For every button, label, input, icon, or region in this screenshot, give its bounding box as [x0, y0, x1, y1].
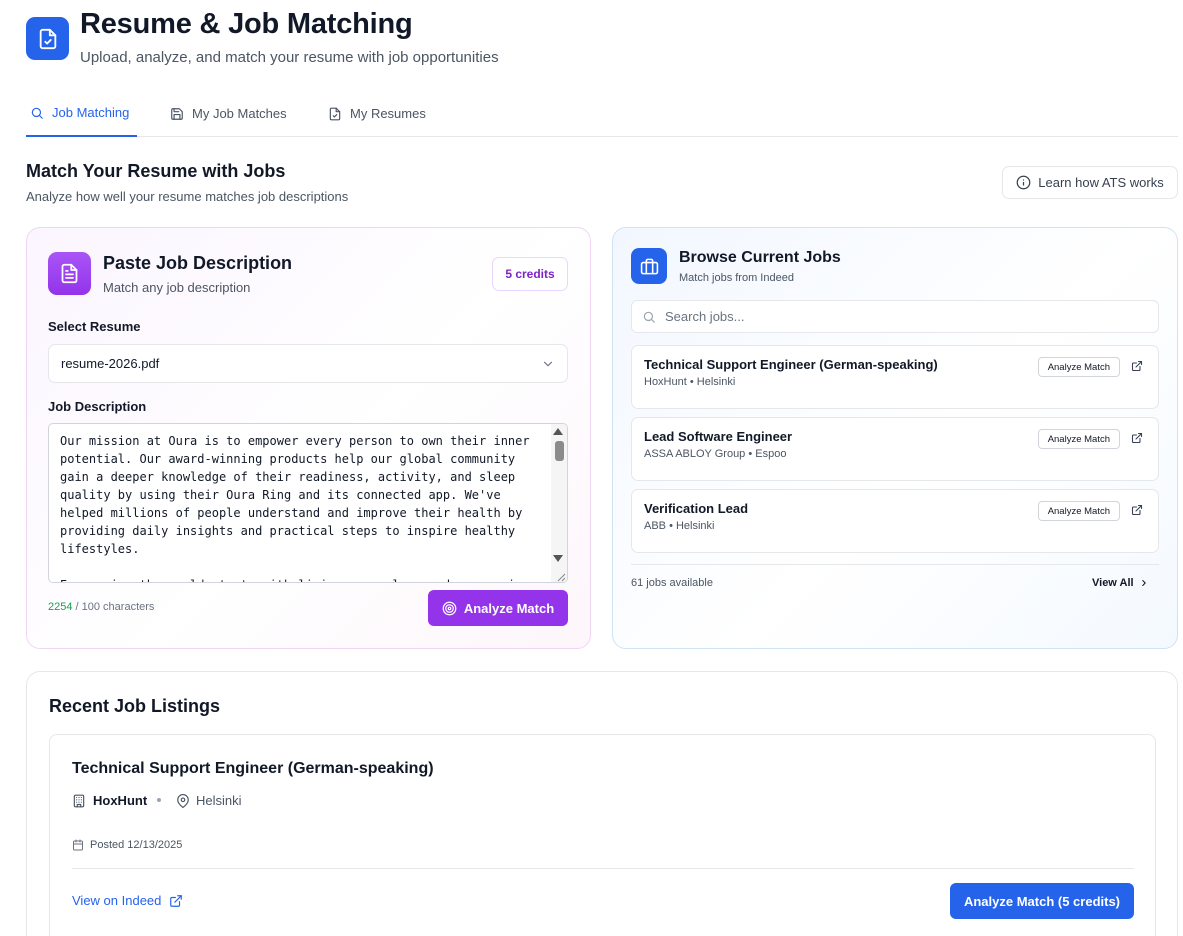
paste-card-subtitle: Match any job description: [103, 280, 251, 295]
save-icon: [170, 107, 184, 121]
job-list-item[interactable]: Technical Support Engineer (German-speak…: [631, 345, 1159, 409]
tab-my-job-matches[interactable]: My Job Matches: [170, 90, 287, 137]
file-check-icon: [26, 17, 69, 60]
resume-select-value: resume-2026.pdf: [61, 356, 160, 371]
analyze-match-button[interactable]: Analyze Match: [428, 590, 568, 626]
character-count-suffix: / 100 characters: [72, 601, 155, 613]
job-title: Technical Support Engineer (German-speak…: [644, 357, 938, 372]
job-title: Verification Lead: [644, 501, 749, 516]
file-check-icon: [328, 107, 342, 121]
job-list-item[interactable]: Verification Lead ABB • Helsinki Analyze…: [631, 489, 1159, 553]
briefcase-icon: [631, 248, 667, 284]
job-description-label: Job Description: [48, 399, 147, 414]
external-link-icon[interactable]: [1131, 504, 1143, 516]
job-search-input[interactable]: [665, 309, 1125, 324]
external-link-icon[interactable]: [1131, 432, 1143, 444]
search-icon: [30, 106, 44, 120]
job-analyze-match-button[interactable]: Analyze Match: [1037, 357, 1120, 377]
scroll-thumb[interactable]: [555, 441, 564, 461]
view-all-label: View All: [1092, 577, 1134, 589]
chevron-down-icon: [541, 357, 555, 371]
job-list-item[interactable]: Lead Software Engineer ASSA ABLOY Group …: [631, 417, 1159, 481]
resize-grip-icon[interactable]: [554, 569, 566, 582]
jobs-available-count: 61 jobs available: [631, 577, 713, 589]
target-icon: [442, 601, 457, 616]
external-link-icon: [169, 894, 183, 908]
paste-job-card: Paste Job Description Match any job desc…: [26, 227, 591, 649]
document-icon: [48, 252, 91, 295]
section-subtitle: Analyze how well your resume matches job…: [26, 189, 349, 204]
listing-title: Technical Support Engineer (German-speak…: [72, 760, 434, 777]
learn-ats-label: Learn how ATS works: [1038, 175, 1164, 190]
listing-posted-text: Posted 12/13/2025: [90, 839, 183, 851]
tab-label: My Resumes: [350, 106, 426, 121]
select-resume-label: Select Resume: [48, 319, 141, 334]
job-title: Lead Software Engineer: [644, 429, 793, 444]
page: Resume & Job Matching Upload, analyze, a…: [0, 0, 1183, 936]
textarea-scrollbar[interactable]: [551, 424, 567, 582]
recent-listings-card: Recent Job Listings Technical Support En…: [26, 671, 1178, 936]
map-pin-icon: [176, 793, 190, 808]
paste-card-title: Paste Job Description: [103, 253, 293, 273]
app-title: Resume & Job Matching: [80, 8, 413, 40]
search-icon: [642, 310, 656, 324]
job-meta: ABB • Helsinki: [644, 520, 715, 532]
view-on-indeed-link[interactable]: View on Indeed: [72, 893, 183, 908]
divider: [631, 564, 1159, 565]
tab-label: Job Matching: [52, 105, 130, 120]
tab-job-matching[interactable]: Job Matching: [26, 90, 137, 137]
chevron-right-icon: [1139, 578, 1149, 588]
scroll-down-arrow-icon[interactable]: [553, 555, 563, 562]
section-title: Match Your Resume with Jobs: [26, 161, 286, 181]
recent-listings-title: Recent Job Listings: [49, 696, 221, 716]
learn-ats-button[interactable]: Learn how ATS works: [1002, 166, 1178, 199]
scroll-up-arrow-icon[interactable]: [553, 428, 563, 435]
job-meta: HoxHunt • Helsinki: [644, 376, 736, 388]
tab-my-resumes[interactable]: My Resumes: [328, 90, 426, 137]
browse-jobs-card: Browse Current Jobs Match jobs from Inde…: [612, 227, 1178, 649]
view-on-indeed-label: View on Indeed: [72, 893, 162, 908]
listing-location: Helsinki: [176, 793, 242, 808]
analyze-match-credits-button[interactable]: Analyze Match (5 credits): [950, 883, 1134, 919]
credits-badge: 5 credits: [492, 257, 568, 291]
calendar-icon: [72, 839, 84, 851]
job-listing-card: Technical Support Engineer (German-speak…: [49, 734, 1156, 936]
character-count: 2254 / 100 characters: [48, 601, 154, 613]
listing-company: HoxHunt: [72, 793, 147, 808]
view-all-link[interactable]: View All: [1092, 577, 1149, 589]
character-count-value: 2254: [48, 601, 73, 613]
job-analyze-match-button[interactable]: Analyze Match: [1037, 501, 1120, 521]
app-subtitle: Upload, analyze, and match your resume w…: [80, 49, 499, 66]
listing-company-name: HoxHunt: [93, 793, 148, 808]
job-analyze-match-button[interactable]: Analyze Match: [1037, 429, 1120, 449]
job-description-textarea[interactable]: Our mission at Oura is to empower every …: [48, 423, 568, 583]
building-icon: [72, 794, 86, 808]
divider: [72, 868, 1134, 869]
analyze-match-label: Analyze Match: [463, 600, 555, 616]
separator-dot: [157, 798, 161, 802]
job-meta: ASSA ABLOY Group • Espoo: [644, 448, 787, 460]
browse-card-subtitle: Match jobs from Indeed: [679, 272, 794, 284]
job-description-text: Our mission at Oura is to empower every …: [60, 434, 530, 582]
tab-label: My Job Matches: [192, 106, 287, 121]
listing-location-name: Helsinki: [196, 793, 242, 808]
listing-posted-date: Posted 12/13/2025: [72, 839, 182, 851]
browse-card-title: Browse Current Jobs: [679, 249, 841, 266]
info-icon: [1016, 175, 1031, 190]
external-link-icon[interactable]: [1131, 360, 1143, 372]
resume-select[interactable]: resume-2026.pdf: [48, 344, 568, 383]
job-search-box: [631, 300, 1159, 333]
tab-bar: Job Matching My Job Matches My Resumes: [26, 90, 1178, 137]
